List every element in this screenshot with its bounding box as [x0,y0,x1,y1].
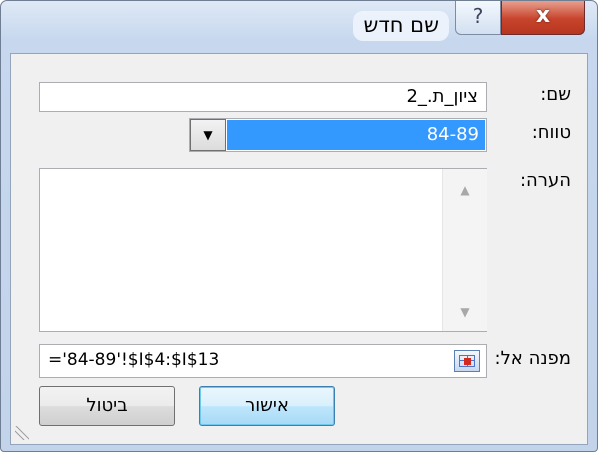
scroll-up-arrow-icon[interactable]: ▲ [443,175,487,205]
refers-to-field[interactable]: ='84-89'!$I$4:$I$13 [39,344,487,378]
comment-textarea[interactable]: ▲ ▼ [39,168,487,332]
resize-grip-icon[interactable] [15,426,29,440]
close-button[interactable]: x [501,1,585,35]
title-bar[interactable]: שם חדש ? x [1,1,597,53]
help-button[interactable]: ? [455,1,501,35]
name-label-text: שם: [540,84,571,105]
range-label: טווח: [532,122,571,143]
name-label: שם: [540,84,571,105]
scope-dropdown[interactable]: ▼ 84-89 [189,118,487,152]
question-icon: ? [472,4,484,28]
dialog-body: שם: טווח: הערה: מפנה אל: ציון_ת._2 ▼ 84-… [10,53,588,445]
new-name-dialog: שם חדש ? x שם: טווח: הערה: מפנה אל: ציון… [0,0,598,452]
close-icon: x [535,3,551,28]
dropdown-arrow-button[interactable]: ▼ [190,119,226,151]
comment-label: הערה: [520,170,571,191]
range-label-text: טווח: [531,122,571,143]
cancel-button[interactable]: ביטול [39,386,175,426]
collapse-mark [464,358,471,365]
collapse-dialog-button[interactable] [454,350,480,372]
comment-scrollbar[interactable]: ▲ ▼ [442,169,487,331]
refers-to-value: ='84-89'!$I$4:$I$13 [48,350,220,370]
ok-button[interactable]: אישור [199,386,335,426]
name-field[interactable]: ציון_ת._2 [39,82,487,112]
refers-to-label: מפנה אל: [495,348,571,369]
dialog-title: שם חדש [353,11,449,41]
scroll-down-arrow-icon[interactable]: ▼ [443,297,487,327]
scope-selected-value: 84-89 [227,120,485,150]
comment-label-text: הערה: [519,170,571,191]
chevron-down-icon: ▼ [203,128,213,142]
refers-to-label-text: מפנה אל: [494,348,571,369]
